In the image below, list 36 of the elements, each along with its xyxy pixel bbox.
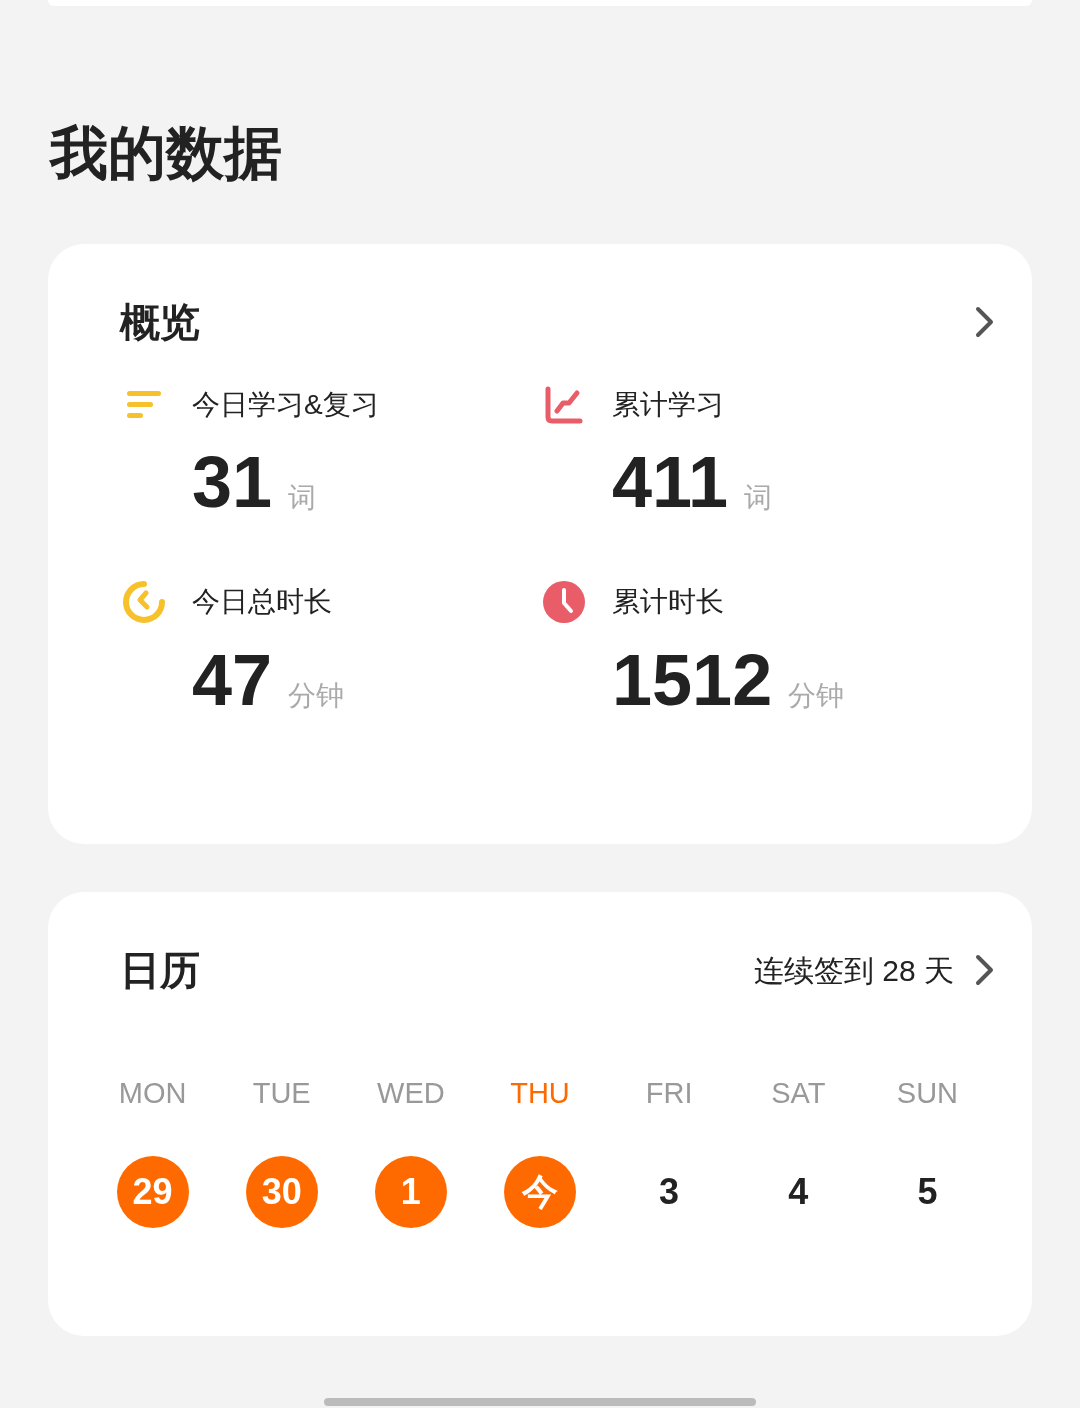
weekday-label: SUN	[896, 1076, 959, 1111]
stat-label: 累计时长	[612, 585, 724, 619]
stat-label: 今日总时长	[192, 585, 332, 619]
page-title: 我的数据	[50, 119, 283, 187]
stat-label: 今日学习&复习	[192, 388, 379, 422]
ring-icon	[122, 580, 166, 624]
stat-unit: 分钟	[788, 679, 845, 713]
stat-value: 1512	[612, 639, 773, 722]
stat-value: 47	[192, 639, 273, 722]
stat-unit: 词	[288, 481, 317, 515]
stat-value: 411	[612, 441, 729, 524]
weekday-label: FRI	[645, 1076, 693, 1111]
weekday-label: TUE	[252, 1076, 311, 1111]
stat-unit: 分钟	[288, 679, 345, 713]
line-chart-icon	[544, 386, 584, 424]
card-title: 概览	[120, 299, 200, 346]
stat-label: 累计学习	[612, 388, 724, 422]
day-cell[interactable]: 4	[762, 1155, 835, 1228]
chevron-right-icon[interactable]	[974, 305, 996, 339]
day-cell[interactable]: 今	[504, 1155, 576, 1228]
day-cell[interactable]: 5	[891, 1155, 964, 1228]
day-cell[interactable]: 29	[116, 1155, 189, 1228]
chevron-right-icon[interactable]	[974, 953, 996, 987]
clock-icon	[542, 580, 586, 624]
day-cell[interactable]: 30	[245, 1155, 318, 1228]
stat-value: 31	[192, 441, 273, 524]
stat-unit: 词	[744, 481, 773, 515]
lines-icon	[125, 389, 163, 421]
weekday-label: SAT	[771, 1076, 826, 1111]
card-title: 日历	[120, 947, 200, 994]
weekday-label: WED	[377, 1076, 445, 1111]
weekday-label: THU	[510, 1076, 570, 1111]
streak-text: 连续签到 28 天	[753, 952, 954, 989]
day-cell[interactable]: 3	[633, 1155, 706, 1228]
weekday-label: MON	[118, 1076, 187, 1111]
day-cell[interactable]: 1	[374, 1155, 447, 1228]
